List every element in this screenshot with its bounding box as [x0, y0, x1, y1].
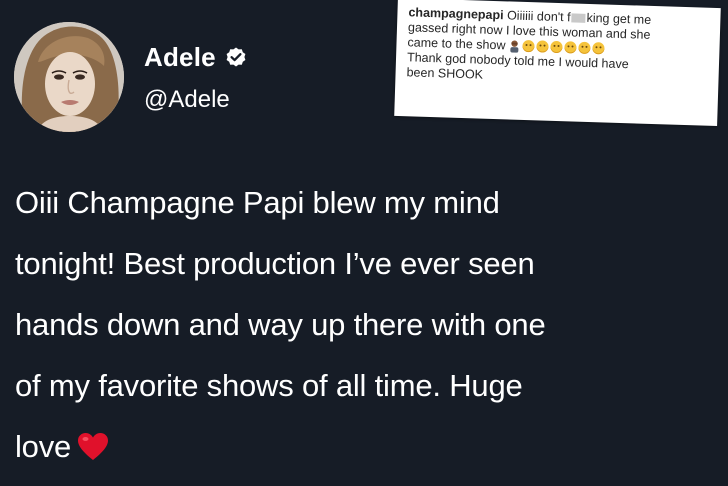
tweet-line-2: tonight! Best production I’ve ever seen [15, 246, 535, 281]
red-heart-icon [77, 421, 109, 460]
smile-emoji-icon [564, 41, 578, 54]
display-name-row: Adele [144, 42, 248, 73]
comment-text-1b: king get me [586, 10, 652, 27]
censor-bar [571, 13, 586, 24]
comment-username: champagnepapi [408, 5, 504, 23]
person-facepalm-icon [509, 40, 521, 53]
avatar[interactable] [14, 22, 124, 132]
instagram-comment-text: champagnepapi Oiiiiii don't f king get me… [406, 5, 713, 90]
tweet-screenshot: Adele @Adele champagnepapi Oiiiiii don't… [0, 0, 728, 486]
tweet-line-3: hands down and way up there with one [15, 307, 546, 342]
tweet-line-4: of my favorite shows of all time. Huge [15, 368, 523, 403]
tweet-line-5-text: love [15, 429, 72, 464]
tweet-text: Oiii Champagne Papi blew my mind tonight… [15, 172, 715, 477]
verified-badge-icon [224, 46, 248, 70]
tweet-line-1: Oiii Champagne Papi blew my mind [15, 185, 500, 220]
smile-emoji-icon [536, 40, 550, 53]
tweet-line-5: love [15, 416, 715, 477]
display-name[interactable]: Adele [144, 42, 216, 73]
smile-emoji-icon [522, 40, 536, 53]
profile-photo [14, 22, 124, 132]
smile-emoji-icon [592, 42, 606, 55]
user-handle[interactable]: @Adele [144, 86, 230, 114]
smile-emoji-icon [578, 41, 592, 55]
instagram-comment-card: champagnepapi Oiiiiii don't f king get me… [394, 0, 721, 127]
smile-emoji-icon [550, 40, 564, 54]
comment-text-1a: Oiiiiii don't f [503, 8, 571, 25]
